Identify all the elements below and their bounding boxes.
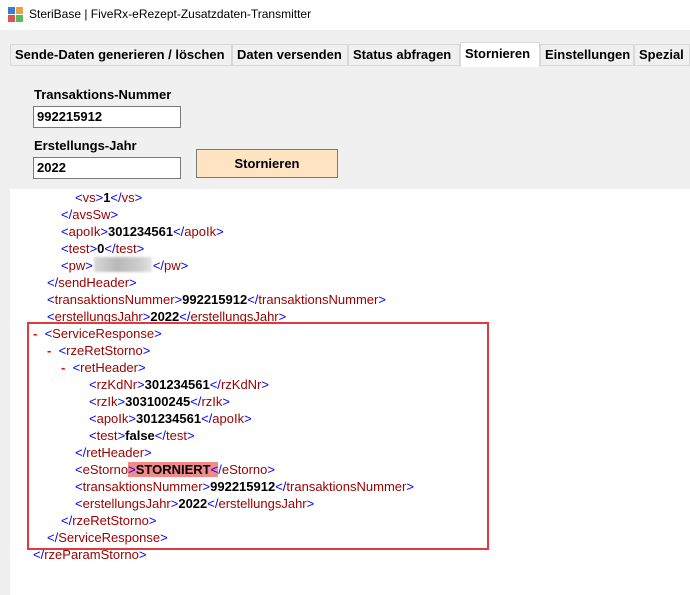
xml-line-apoik: <apoIk>301234561</apoIk> (61, 224, 224, 239)
xml-line-test-2: <test>false</test> (89, 428, 195, 443)
xml-line-transaktionsnummer-2: <transaktionsNummer>992215912</transakti… (75, 479, 414, 494)
xml-line-erstellungsjahr: <erstellungsJahr>2022</erstellungsJahr> (47, 309, 287, 324)
xml-line-transaktionsnummer: <transaktionsNummer>992215912</transakti… (47, 292, 386, 307)
estorno-status-value: STORNIERT (135, 462, 211, 477)
tab-label: Spezial (639, 47, 684, 62)
xml-line-avssw-close: </avsSw> (61, 207, 119, 222)
tab-label: Daten versenden (237, 47, 342, 62)
tab-status-abfragen[interactable]: Status abfragen (348, 44, 460, 65)
xml-line-pw: <pw> </pw> (61, 257, 189, 273)
xml-line-rzeretstorno-close: </rzeRetStorno> (61, 513, 157, 528)
xml-line-rzeretstorno-open: - <rzeRetStorno> (47, 343, 151, 358)
xml-line-test: <test>0</test> (61, 241, 145, 256)
xml-line-rzeparamstorno-close: </rzeParamStorno> (33, 547, 147, 562)
tab-label: Status abfragen (353, 47, 452, 62)
tab-strip: Sende-Daten generieren / löschen Daten v… (10, 42, 690, 67)
window-title: SteriBase | FiveRx-eRezept-Zusatzdaten-T… (29, 7, 312, 21)
xml-line-erstellungsjahr-2: <erstellungsJahr>2022</erstellungsJahr> (75, 496, 315, 511)
redacted-password-mask (93, 257, 152, 272)
tab-label: Einstellungen (545, 47, 631, 62)
tab-spezial[interactable]: Spezial (634, 44, 690, 65)
xml-line-vs: <vs>1</vs> (75, 190, 143, 205)
xml-line-rzik: <rzIk>303100245</rzIk> (89, 394, 230, 409)
tab-stornieren[interactable]: Stornieren (460, 42, 540, 67)
xml-line-estorno: <eStorno>STORNIERT</eStorno> (75, 462, 275, 477)
creation-year-input[interactable]: 2022 (33, 157, 181, 179)
xml-line-serviceresponse-close: </ServiceResponse> (47, 530, 168, 545)
tab-label: Stornieren (465, 46, 531, 61)
tab-sende-daten[interactable]: Sende-Daten generieren / löschen (10, 44, 232, 65)
estorno-highlight: >STORNIERT< (128, 462, 219, 477)
tab-label: Sende-Daten generieren / löschen (15, 47, 225, 62)
xml-line-retheader-open: - <retHeader> (61, 360, 146, 375)
app-icon (8, 7, 23, 22)
stornieren-button[interactable]: Stornieren (196, 149, 338, 178)
transaction-number-label: Transaktions-Nummer (34, 87, 172, 102)
xml-line-retheader-close: </retHeader> (75, 445, 152, 460)
creation-year-label: Erstellungs-Jahr (34, 138, 137, 153)
xml-line-apoik-2: <apoIk>301234561</apoIk> (89, 411, 252, 426)
title-bar: SteriBase | FiveRx-eRezept-Zusatzdaten-T… (0, 0, 690, 30)
tab-einstellungen[interactable]: Einstellungen (540, 44, 634, 65)
xml-line-sendheader-close: </sendHeader> (47, 275, 137, 290)
transaction-number-input[interactable]: 992215912 (33, 106, 181, 128)
xml-line-serviceresponse-open: - <ServiceResponse> (33, 326, 162, 341)
xml-line-rzkdnr: <rzKdNr>301234561</rzKdNr> (89, 377, 269, 392)
tab-daten-versenden[interactable]: Daten versenden (232, 44, 348, 65)
